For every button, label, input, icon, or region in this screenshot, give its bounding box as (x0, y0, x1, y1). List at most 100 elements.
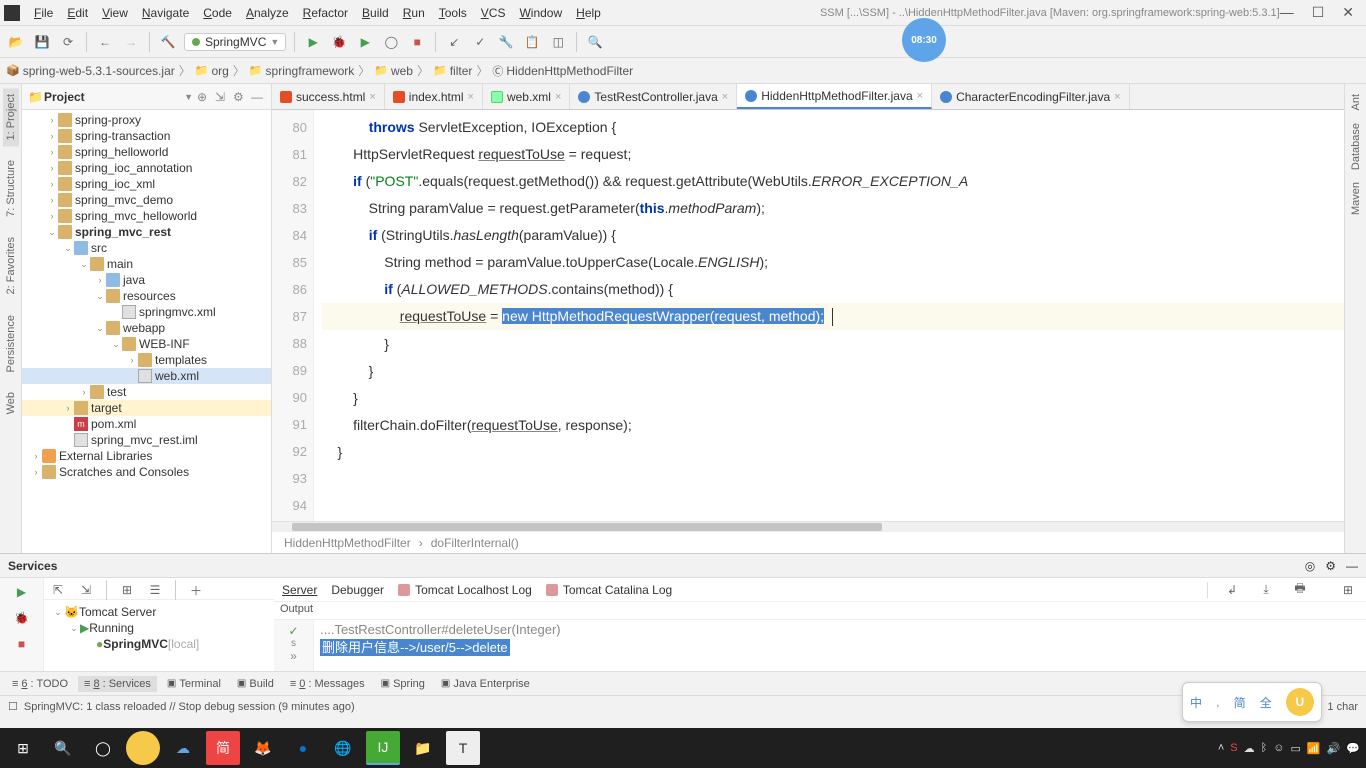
breadcrumb-item[interactable]: Ⓒ HiddenHttpMethodFilter (492, 63, 633, 79)
tree-item[interactable]: web.xml (22, 368, 271, 384)
tree-item[interactable]: ›test (22, 384, 271, 400)
menu-tools[interactable]: Tools (433, 4, 473, 22)
services-tree[interactable]: ⌄🐱 Tomcat Server⌄▶ Running ● SpringMVC [… (44, 600, 254, 656)
cortana-icon[interactable]: ◯ (86, 731, 120, 765)
sync-icon[interactable]: ⟳ (58, 32, 78, 52)
menu-edit[interactable]: Edit (61, 4, 94, 22)
tray-notification-icon[interactable]: 💬 (1346, 742, 1360, 755)
bottom-tab[interactable]: ≡ 8: Services (78, 676, 157, 692)
close-tab-icon[interactable]: × (555, 91, 561, 103)
service-item[interactable]: ● SpringMVC [local] (48, 636, 250, 652)
menu-run[interactable]: Run (397, 4, 431, 22)
menu-code[interactable]: Code (197, 4, 238, 22)
menu-analyze[interactable]: Analyze (240, 4, 295, 22)
build-icon[interactable]: 🔨 (158, 32, 178, 52)
service-item[interactable]: ⌄🐱 Tomcat Server (48, 604, 250, 620)
hide-icon[interactable]: — (251, 90, 265, 104)
right-tab-database[interactable]: Database (1348, 117, 1364, 176)
breadcrumb-item[interactable]: 📁 springframework (249, 64, 354, 78)
right-tab-ant[interactable]: Ant (1348, 88, 1364, 117)
expand-all-icon[interactable]: ⇱ (48, 580, 68, 600)
stop-icon[interactable]: ■ (12, 634, 32, 654)
close-button[interactable]: ✕ (1342, 4, 1354, 21)
firefox-icon[interactable]: 🦊 (246, 731, 280, 765)
notepad-icon[interactable]: T (446, 731, 480, 765)
menu-window[interactable]: Window (513, 4, 568, 22)
tree-item[interactable]: springmvc.xml (22, 304, 271, 320)
settings-icon[interactable]: ◎ (1305, 559, 1315, 573)
tree-item[interactable]: ›spring_helloworld (22, 144, 271, 160)
tree-item[interactable]: ›spring_mvc_demo (22, 192, 271, 208)
tree-item[interactable]: ›spring-transaction (22, 128, 271, 144)
tree-item[interactable]: ⌄WEB-INF (22, 336, 271, 352)
intellij-icon[interactable]: IJ (366, 731, 400, 765)
back-icon[interactable]: ← (95, 32, 115, 52)
editor-tab[interactable]: CharacterEncodingFilter.java× (932, 84, 1130, 109)
bottom-tab[interactable]: ≡ 0: Messages (284, 676, 371, 692)
editor-tab[interactable]: success.html× (272, 84, 385, 109)
left-tab-structure[interactable]: 7: Structure (3, 154, 19, 223)
debug-icon[interactable]: 🐞 (329, 32, 349, 52)
menu-view[interactable]: View (96, 4, 134, 22)
tree-item[interactable]: ›spring_ioc_annotation (22, 160, 271, 176)
tree-item[interactable]: ›java (22, 272, 271, 288)
menu-help[interactable]: Help (570, 4, 607, 22)
vcs-update-icon[interactable]: ↙ (444, 32, 464, 52)
debug-icon[interactable]: 🐞 (12, 608, 32, 628)
filter-icon[interactable]: ☰ (145, 580, 165, 600)
locate-icon[interactable]: ⊕ (197, 90, 211, 104)
app-icon[interactable]: 简 (206, 731, 240, 765)
run-icon[interactable]: ▶ (303, 32, 323, 52)
collapse-all-icon[interactable]: ⇲ (76, 580, 96, 600)
breadcrumb-item[interactable]: 📁 web (374, 64, 413, 78)
close-tab-icon[interactable]: × (917, 90, 923, 102)
tree-item[interactable]: ›templates (22, 352, 271, 368)
menu-navigate[interactable]: Navigate (136, 4, 195, 22)
bottom-tab[interactable]: ▣ Terminal (161, 676, 227, 692)
tree-item[interactable]: ⌄spring_mvc_rest (22, 224, 271, 240)
gear-icon[interactable]: ⚙ (1325, 559, 1336, 573)
chrome-icon[interactable]: 🌐 (326, 731, 360, 765)
coverage-icon[interactable]: ▶ (355, 32, 375, 52)
output-text[interactable]: ....TestRestController#deleteUser(Intege… (314, 620, 1366, 671)
tray-icon[interactable]: S (1230, 742, 1237, 754)
search-icon[interactable]: 🔍 (585, 32, 605, 52)
tree-item[interactable]: ⌄main (22, 256, 271, 272)
right-tab-maven[interactable]: Maven (1348, 176, 1364, 221)
expand-icon[interactable]: ⇲ (215, 90, 229, 104)
bottom-tab[interactable]: ≡ 6: TODO (6, 676, 74, 692)
start-button[interactable]: ⊞ (6, 731, 40, 765)
tree-item[interactable]: ⌄webapp (22, 320, 271, 336)
vcs-commit-icon[interactable]: ✓ (470, 32, 490, 52)
service-item[interactable]: ⌄▶ Running (48, 620, 250, 636)
code-content[interactable]: throws ServletException, IOException { H… (314, 110, 1344, 521)
editor-tab[interactable]: TestRestController.java× (570, 84, 737, 109)
stop-icon[interactable]: ■ (407, 32, 427, 52)
group-icon[interactable]: ⊞ (117, 580, 137, 600)
close-tab-icon[interactable]: × (468, 91, 474, 103)
tree-item[interactable]: ›spring_ioc_xml (22, 176, 271, 192)
tree-item[interactable]: ›Scratches and Consoles (22, 464, 271, 480)
crumb[interactable]: HiddenHttpMethodFilter (284, 536, 411, 550)
tray-up-icon[interactable]: ˄ (1218, 742, 1224, 754)
breadcrumb-item[interactable]: 📁 org (195, 64, 229, 78)
tree-item[interactable]: ⌄src (22, 240, 271, 256)
profile-icon[interactable]: ◯ (381, 32, 401, 52)
editor-tab[interactable]: HiddenHttpMethodFilter.java× (737, 84, 932, 109)
tree-item[interactable]: mpom.xml (22, 416, 271, 432)
close-tab-icon[interactable]: × (369, 91, 375, 103)
tree-item[interactable]: ›spring_mvc_helloworld (22, 208, 271, 224)
close-tab-icon[interactable]: × (1114, 91, 1120, 103)
menu-file[interactable]: File (28, 4, 59, 22)
tab-debugger[interactable]: Debugger (331, 583, 384, 597)
tree-item[interactable]: ›spring-proxy (22, 112, 271, 128)
editor-tab[interactable]: web.xml× (483, 84, 570, 109)
hide-icon[interactable]: — (1346, 559, 1358, 573)
tab-server[interactable]: Server (282, 583, 317, 597)
forward-icon[interactable]: → (121, 32, 141, 52)
search-icon[interactable]: 🔍 (46, 731, 80, 765)
maximize-button[interactable]: ☐ (1312, 4, 1325, 21)
tray-lang-icon[interactable]: ☺ (1273, 742, 1284, 754)
tree-item[interactable]: ⌄resources (22, 288, 271, 304)
tree-item[interactable]: ›target (22, 400, 271, 416)
